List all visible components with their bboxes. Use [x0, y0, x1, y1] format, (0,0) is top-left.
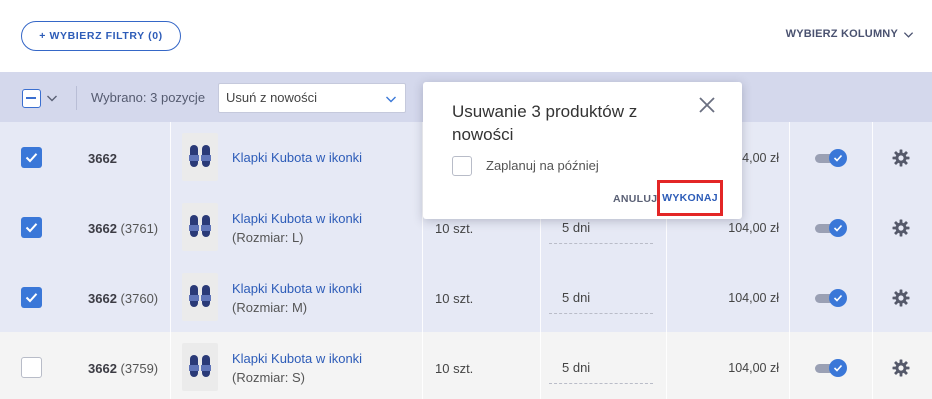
product-name: Klapki Kubota w ikonki (Rozmiar: M): [232, 279, 362, 317]
product-thumbnail[interactable]: [182, 273, 218, 321]
check-icon: [833, 224, 843, 232]
slippers-icon: [189, 145, 211, 167]
execute-button[interactable]: WYKONAJ: [657, 180, 723, 216]
slippers-icon: [189, 355, 211, 377]
select-all-checkbox[interactable]: [22, 89, 41, 108]
active-toggle[interactable]: [815, 149, 847, 167]
check-icon: [833, 364, 843, 372]
days-field[interactable]: 5 dni: [549, 216, 653, 244]
product-link[interactable]: Klapki Kubota w ikonki: [232, 279, 362, 298]
bulk-divider: [76, 86, 77, 110]
product-link[interactable]: Klapki Kubota w ikonki: [232, 349, 362, 368]
product-id: 3662 (3760): [88, 291, 159, 306]
product-thumbnail[interactable]: [182, 343, 218, 391]
product-link[interactable]: Klapki Kubota w ikonki: [232, 148, 362, 167]
product-id: 3662 (3759): [88, 361, 159, 376]
product-quantity: 10 szt.: [435, 291, 474, 306]
bulk-action-select[interactable]: Usuń z nowości: [218, 83, 406, 113]
active-toggle[interactable]: [815, 219, 847, 237]
product-price: 104,00 zł: [728, 291, 779, 305]
product-size: (Rozmiar: S): [232, 370, 305, 385]
product-id: 3662: [88, 151, 117, 166]
row-checkbox[interactable]: [21, 357, 42, 378]
choose-columns-button[interactable]: WYBIERZ KOLUMNY: [786, 28, 914, 40]
product-size: (Rozmiar: M): [232, 300, 308, 315]
check-icon: [833, 294, 843, 302]
product-thumbnail[interactable]: [182, 203, 218, 251]
gear-icon[interactable]: [892, 359, 910, 377]
product-name: Klapki Kubota w ikonki (Rozmiar: L): [232, 209, 362, 247]
product-quantity: 10 szt.: [435, 361, 474, 376]
product-id: 3662 (3761): [88, 221, 159, 236]
gear-icon[interactable]: [892, 289, 910, 307]
choose-columns-label: WYBIERZ KOLUMNY: [785, 28, 898, 40]
top-toolbar: + WYBIERZ FILTRY (0) WYBIERZ KOLUMNY: [0, 0, 932, 72]
choose-filters-button[interactable]: + WYBIERZ FILTRY (0): [21, 21, 181, 51]
chevron-down-icon: [386, 96, 396, 103]
schedule-later-checkbox[interactable]: [452, 156, 472, 176]
column-divider: [789, 122, 790, 399]
column-divider: [872, 122, 873, 399]
dialog-title: Usuwanie 3 produktów z nowości: [452, 102, 638, 144]
check-icon: [833, 154, 843, 162]
active-toggle[interactable]: [815, 359, 847, 377]
product-name: Klapki Kubota w ikonki (Rozmiar: S): [232, 349, 362, 387]
remove-from-new-dialog: Usuwanie 3 produktów z nowości Zaplanuj …: [423, 82, 742, 219]
product-name: Klapki Kubota w ikonki: [232, 148, 362, 167]
product-quantity: 10 szt.: [435, 221, 474, 236]
column-divider: [170, 122, 171, 399]
slippers-icon: [189, 215, 211, 237]
days-field[interactable]: 5 dni: [549, 286, 653, 314]
row-checkbox[interactable]: [21, 217, 42, 238]
product-size: (Rozmiar: L): [232, 230, 304, 245]
cancel-button[interactable]: ANULUJ: [613, 193, 657, 205]
chevron-down-icon: [903, 31, 914, 38]
product-thumbnail[interactable]: [182, 133, 218, 181]
gear-icon[interactable]: [892, 219, 910, 237]
product-price: 104,00 zł: [728, 361, 779, 375]
row-checkbox[interactable]: [21, 287, 42, 308]
row-checkbox[interactable]: [21, 147, 42, 168]
schedule-later-label: Zaplanuj na później: [486, 158, 599, 173]
gear-icon[interactable]: [892, 149, 910, 167]
product-link[interactable]: Klapki Kubota w ikonki: [232, 209, 362, 228]
active-toggle[interactable]: [815, 289, 847, 307]
days-field[interactable]: 5 dni: [549, 356, 653, 384]
bulk-action-value: Usuń z nowości: [226, 90, 318, 105]
slippers-icon: [189, 285, 211, 307]
product-price: 104,00 zł: [728, 221, 779, 235]
select-all-chevron-down-icon[interactable]: [46, 92, 58, 104]
close-icon[interactable]: [698, 96, 716, 114]
selected-count-text: Wybrano: 3 pozycje: [91, 90, 206, 105]
